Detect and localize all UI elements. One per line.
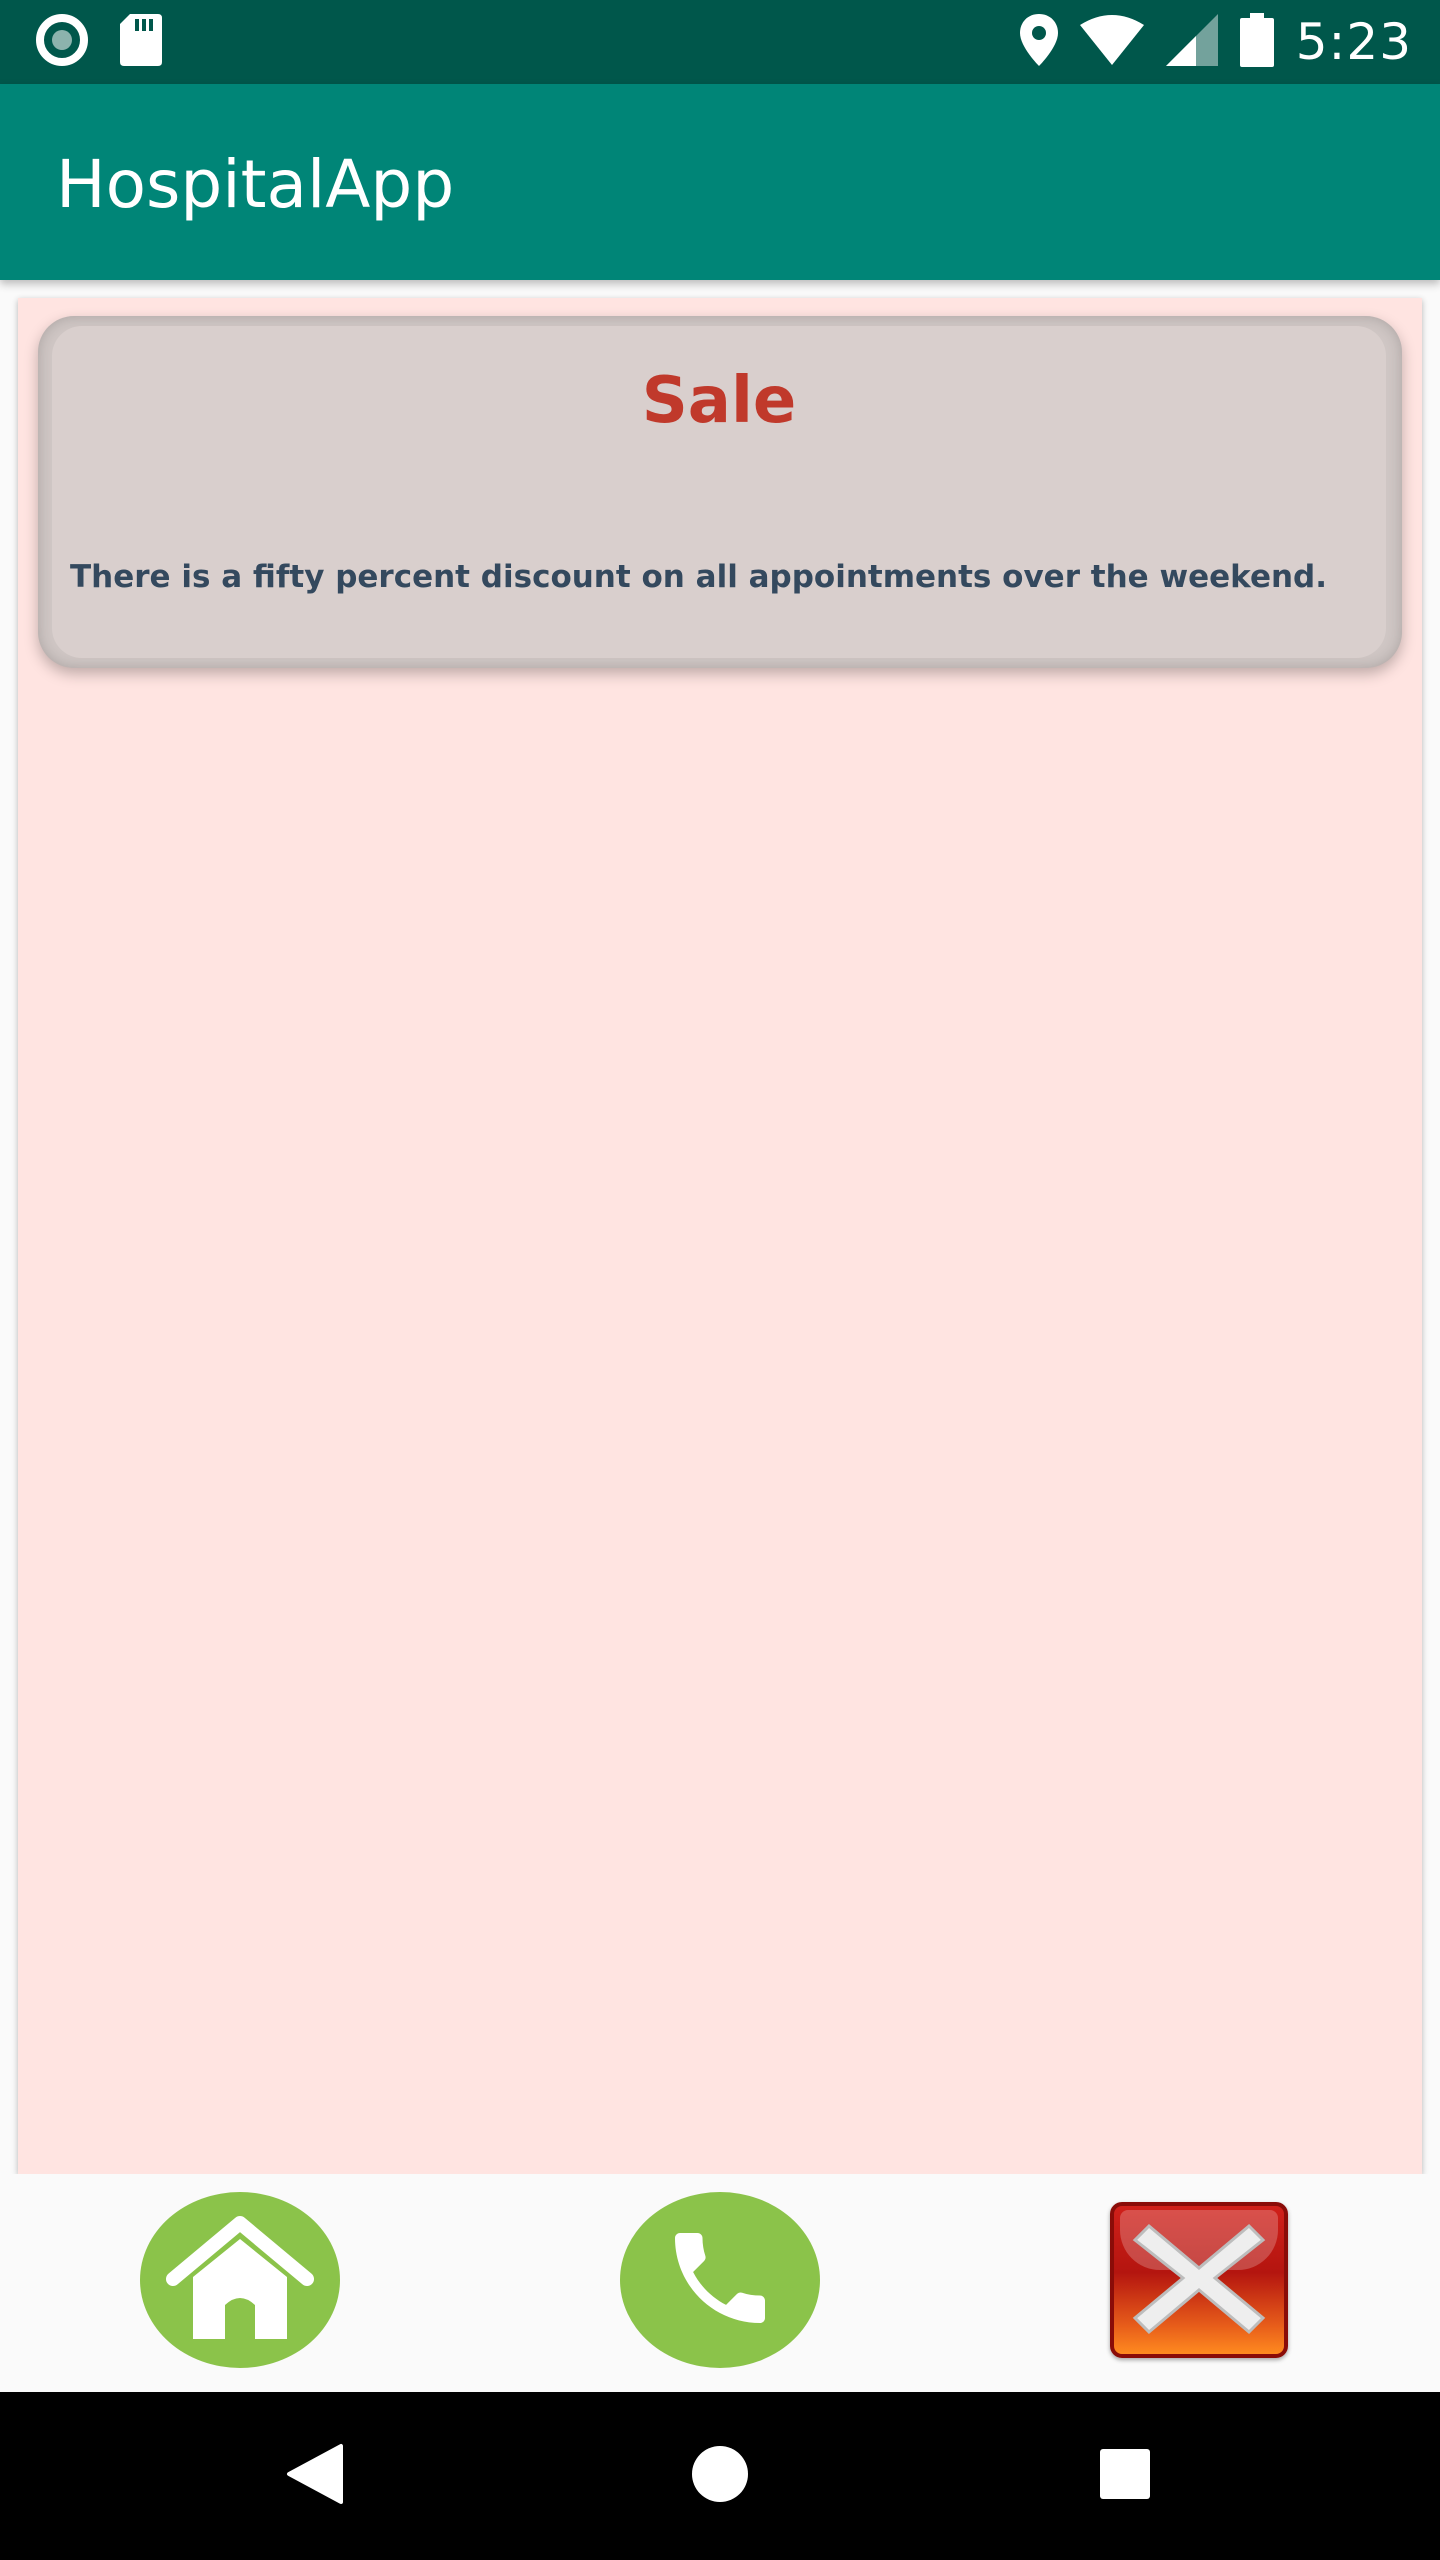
status-time: 5:23 (1295, 13, 1412, 71)
wifi-icon (1079, 14, 1144, 70)
sale-card: Sale There is a fifty percent discount o… (38, 316, 1402, 668)
close-button[interactable] (1110, 2202, 1288, 2358)
card-body: There is a fifty percent discount on all… (70, 559, 1328, 595)
home-circle-icon (690, 2444, 750, 2509)
sd-card-icon (120, 13, 162, 71)
navigation-bar (0, 2392, 1440, 2560)
action-bar (0, 2174, 1440, 2392)
status-right-icons: 5:23 (1019, 12, 1412, 72)
card-title: Sale (641, 364, 797, 438)
content-panel: Sale There is a fifty percent discount o… (18, 298, 1422, 2174)
phone-icon (660, 2218, 780, 2343)
call-button[interactable] (620, 2192, 820, 2368)
close-icon (1129, 2218, 1269, 2343)
status-left-icons (36, 13, 162, 71)
app-bar: HospitalApp (0, 84, 1440, 280)
sale-card-inner: Sale There is a fifty percent discount o… (52, 326, 1386, 658)
nav-home-button[interactable] (680, 2436, 760, 2516)
app-title: HospitalApp (56, 146, 455, 223)
home-button[interactable] (140, 2192, 340, 2368)
back-icon (285, 2442, 345, 2511)
recents-button[interactable] (1085, 2436, 1165, 2516)
home-icon (165, 2213, 315, 2348)
battery-icon (1239, 12, 1274, 72)
recents-icon (1098, 2447, 1152, 2506)
location-icon (1019, 13, 1058, 71)
status-bar: 5:23 (0, 0, 1440, 84)
record-icon (36, 13, 88, 71)
signal-icon (1165, 13, 1218, 71)
back-button[interactable] (275, 2436, 355, 2516)
